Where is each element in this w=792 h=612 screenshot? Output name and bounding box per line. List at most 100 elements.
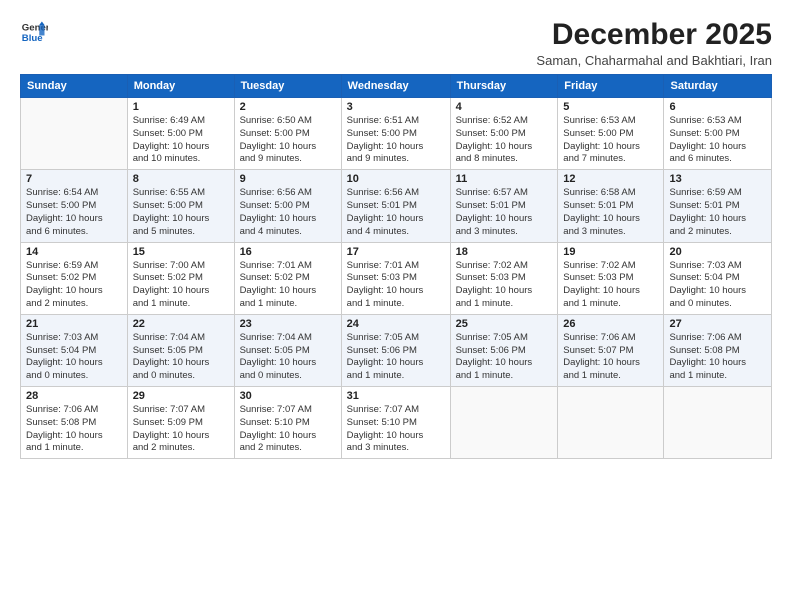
day-number: 29	[133, 390, 229, 402]
day-number: 2	[240, 101, 336, 113]
day-info: Sunrise: 7:06 AM Sunset: 5:08 PM Dayligh…	[26, 404, 122, 455]
day-number: 17	[347, 246, 445, 258]
day-info: Sunrise: 6:53 AM Sunset: 5:00 PM Dayligh…	[563, 115, 658, 166]
day-info: Sunrise: 7:06 AM Sunset: 5:07 PM Dayligh…	[563, 332, 658, 383]
day-number: 12	[563, 173, 658, 185]
day-number: 28	[26, 390, 122, 402]
day-info: Sunrise: 7:06 AM Sunset: 5:08 PM Dayligh…	[669, 332, 766, 383]
col-saturday: Saturday	[664, 75, 772, 98]
day-info: Sunrise: 6:49 AM Sunset: 5:00 PM Dayligh…	[133, 115, 229, 166]
day-number: 27	[669, 318, 766, 330]
day-info: Sunrise: 6:51 AM Sunset: 5:00 PM Dayligh…	[347, 115, 445, 166]
col-monday: Monday	[127, 75, 234, 98]
day-number: 9	[240, 173, 336, 185]
calendar-week-row: 21Sunrise: 7:03 AM Sunset: 5:04 PM Dayli…	[21, 314, 772, 386]
table-row: 3 Sunrise: 6:51 AM Sunset: 5:00 PM Daylig…	[341, 98, 450, 170]
day-number: 11	[456, 173, 553, 185]
table-row: 2Sunrise: 6:50 AM Sunset: 5:00 PM Daylig…	[234, 98, 341, 170]
col-thursday: Thursday	[450, 75, 558, 98]
table-row: 21Sunrise: 7:03 AM Sunset: 5:04 PM Dayli…	[21, 314, 128, 386]
table-row: 30 Sunrise: 7:07 AM Sunset: 5:10 PM Dayli…	[234, 387, 341, 459]
day-number: 26	[563, 318, 658, 330]
table-row: 18 Sunrise: 7:02 AM Sunset: 5:03 PM Dayli…	[450, 242, 558, 314]
day-number: 8	[133, 173, 229, 185]
col-wednesday: Wednesday	[341, 75, 450, 98]
table-row: 31Sunrise: 7:07 AM Sunset: 5:10 PM Dayli…	[341, 387, 450, 459]
day-number: 18	[456, 246, 553, 258]
calendar-week-row: 1 Sunrise: 6:49 AM Sunset: 5:00 PM Daylig…	[21, 98, 772, 170]
table-row: 22Sunrise: 7:04 AM Sunset: 5:05 PM Dayli…	[127, 314, 234, 386]
day-number: 13	[669, 173, 766, 185]
header: General Blue December 2025 Saman, Chahar…	[20, 18, 772, 68]
day-info: Sunrise: 6:59 AM Sunset: 5:02 PM Dayligh…	[26, 260, 122, 311]
page: General Blue December 2025 Saman, Chahar…	[0, 0, 792, 612]
day-number: 7	[26, 173, 122, 185]
day-info: Sunrise: 7:05 AM Sunset: 5:06 PM Dayligh…	[347, 332, 445, 383]
col-tuesday: Tuesday	[234, 75, 341, 98]
day-number: 6	[669, 101, 766, 113]
day-info: Sunrise: 6:57 AM Sunset: 5:01 PM Dayligh…	[456, 187, 553, 238]
day-info: Sunrise: 7:05 AM Sunset: 5:06 PM Dayligh…	[456, 332, 553, 383]
day-info: Sunrise: 6:53 AM Sunset: 5:00 PM Dayligh…	[669, 115, 766, 166]
table-row: 16 Sunrise: 7:01 AM Sunset: 5:02 PM Dayli…	[234, 242, 341, 314]
day-number: 24	[347, 318, 445, 330]
table-row: 14 Sunrise: 6:59 AM Sunset: 5:02 PM Dayli…	[21, 242, 128, 314]
table-row: 9 Sunrise: 6:56 AM Sunset: 5:00 PM Daylig…	[234, 170, 341, 242]
day-info: Sunrise: 7:02 AM Sunset: 5:03 PM Dayligh…	[456, 260, 553, 311]
table-row	[558, 387, 664, 459]
table-row: 6 Sunrise: 6:53 AM Sunset: 5:00 PM Daylig…	[664, 98, 772, 170]
day-number: 15	[133, 246, 229, 258]
table-row: 17 Sunrise: 7:01 AM Sunset: 5:03 PM Dayli…	[341, 242, 450, 314]
day-info: Sunrise: 7:07 AM Sunset: 5:10 PM Dayligh…	[240, 404, 336, 455]
day-number: 25	[456, 318, 553, 330]
table-row: 28 Sunrise: 7:06 AM Sunset: 5:08 PM Dayli…	[21, 387, 128, 459]
table-row: 26 Sunrise: 7:06 AM Sunset: 5:07 PM Dayli…	[558, 314, 664, 386]
table-row: 25 Sunrise: 7:05 AM Sunset: 5:06 PM Dayli…	[450, 314, 558, 386]
calendar-week-row: 28 Sunrise: 7:06 AM Sunset: 5:08 PM Dayli…	[21, 387, 772, 459]
day-info: Sunrise: 7:04 AM Sunset: 5:05 PM Dayligh…	[240, 332, 336, 383]
subtitle: Saman, Chaharmahal and Bakhtiari, Iran	[536, 53, 772, 68]
table-row	[664, 387, 772, 459]
table-row	[450, 387, 558, 459]
table-row: 13 Sunrise: 6:59 AM Sunset: 5:01 PM Dayli…	[664, 170, 772, 242]
calendar-week-row: 7Sunrise: 6:54 AM Sunset: 5:00 PM Daylig…	[21, 170, 772, 242]
day-info: Sunrise: 6:58 AM Sunset: 5:01 PM Dayligh…	[563, 187, 658, 238]
day-info: Sunrise: 7:00 AM Sunset: 5:02 PM Dayligh…	[133, 260, 229, 311]
month-title: December 2025	[536, 18, 772, 51]
table-row: 1 Sunrise: 6:49 AM Sunset: 5:00 PM Daylig…	[127, 98, 234, 170]
table-row: 8Sunrise: 6:55 AM Sunset: 5:00 PM Daylig…	[127, 170, 234, 242]
col-friday: Friday	[558, 75, 664, 98]
day-info: Sunrise: 6:59 AM Sunset: 5:01 PM Dayligh…	[669, 187, 766, 238]
logo: General Blue	[20, 18, 50, 46]
table-row: 29Sunrise: 7:07 AM Sunset: 5:09 PM Dayli…	[127, 387, 234, 459]
table-row: 12 Sunrise: 6:58 AM Sunset: 5:01 PM Dayli…	[558, 170, 664, 242]
table-row: 27 Sunrise: 7:06 AM Sunset: 5:08 PM Dayli…	[664, 314, 772, 386]
col-sunday: Sunday	[21, 75, 128, 98]
day-info: Sunrise: 7:01 AM Sunset: 5:02 PM Dayligh…	[240, 260, 336, 311]
table-row: 20Sunrise: 7:03 AM Sunset: 5:04 PM Dayli…	[664, 242, 772, 314]
day-number: 3	[347, 101, 445, 113]
day-number: 23	[240, 318, 336, 330]
table-row: 4 Sunrise: 6:52 AM Sunset: 5:00 PM Daylig…	[450, 98, 558, 170]
day-info: Sunrise: 6:56 AM Sunset: 5:00 PM Dayligh…	[240, 187, 336, 238]
table-row: 23 Sunrise: 7:04 AM Sunset: 5:05 PM Dayli…	[234, 314, 341, 386]
day-info: Sunrise: 7:01 AM Sunset: 5:03 PM Dayligh…	[347, 260, 445, 311]
day-number: 14	[26, 246, 122, 258]
day-number: 10	[347, 173, 445, 185]
day-info: Sunrise: 6:52 AM Sunset: 5:00 PM Dayligh…	[456, 115, 553, 166]
day-number: 22	[133, 318, 229, 330]
day-info: Sunrise: 7:03 AM Sunset: 5:04 PM Dayligh…	[669, 260, 766, 311]
table-row: 5 Sunrise: 6:53 AM Sunset: 5:00 PM Daylig…	[558, 98, 664, 170]
day-number: 4	[456, 101, 553, 113]
table-row	[21, 98, 128, 170]
table-row: 10 Sunrise: 6:56 AM Sunset: 5:01 PM Dayli…	[341, 170, 450, 242]
day-info: Sunrise: 6:56 AM Sunset: 5:01 PM Dayligh…	[347, 187, 445, 238]
day-number: 16	[240, 246, 336, 258]
day-number: 5	[563, 101, 658, 113]
logo-icon: General Blue	[20, 18, 48, 46]
day-number: 19	[563, 246, 658, 258]
day-info: Sunrise: 7:03 AM Sunset: 5:04 PM Dayligh…	[26, 332, 122, 383]
day-number: 1	[133, 101, 229, 113]
day-number: 30	[240, 390, 336, 402]
table-row: 19Sunrise: 7:02 AM Sunset: 5:03 PM Dayli…	[558, 242, 664, 314]
